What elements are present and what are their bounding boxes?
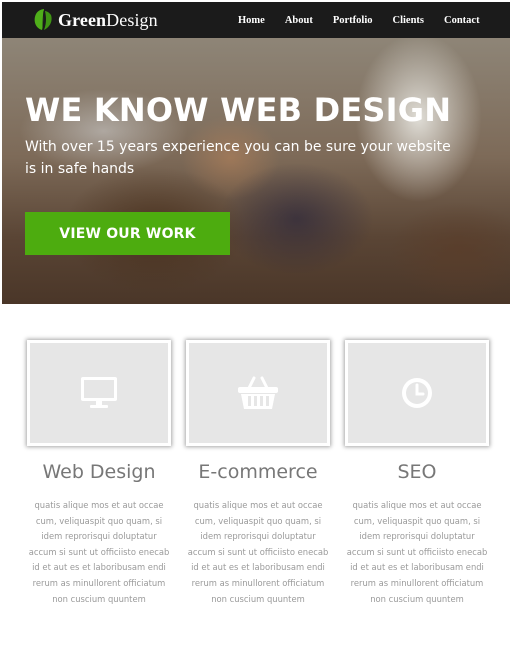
service-web-design: Web Design quatis alique mos et aut occa… bbox=[27, 340, 171, 607]
brand-logo[interactable]: GreenDesign bbox=[32, 8, 158, 32]
service-image[interactable] bbox=[345, 340, 489, 446]
service-title: Web Design bbox=[42, 461, 156, 483]
hero-subtitle: With over 15 years experience you can be… bbox=[25, 139, 451, 177]
shopping-basket-icon bbox=[238, 376, 278, 409]
brand-name-rest: Design bbox=[106, 9, 158, 30]
service-image[interactable] bbox=[27, 340, 171, 446]
brand-name-strong: Green bbox=[58, 9, 107, 30]
service-description: quatis alique mos et aut occae cum, veli… bbox=[187, 500, 329, 604]
service-title: SEO bbox=[397, 461, 437, 483]
hero-title: WE KNOW WEB DESIGN bbox=[25, 91, 452, 129]
service-image[interactable] bbox=[186, 340, 330, 446]
service-seo: SEO quatis alique mos et aut occae cum, … bbox=[345, 340, 489, 607]
service-description: quatis alique mos et aut occae cum, veli… bbox=[28, 500, 170, 604]
main-nav: Home About Portfolio Clients Contact bbox=[238, 2, 480, 38]
service-title: E-commerce bbox=[198, 461, 318, 483]
hero-banner: WE KNOW WEB DESIGN With over 15 years ex… bbox=[2, 38, 510, 304]
monitor-icon bbox=[81, 377, 117, 408]
view-our-work-button[interactable]: VIEW OUR WORK bbox=[25, 212, 230, 255]
nav-home[interactable]: Home bbox=[238, 15, 265, 26]
page: GreenDesign Home About Portfolio Clients… bbox=[0, 0, 512, 653]
top-navbar: GreenDesign Home About Portfolio Clients… bbox=[2, 2, 510, 38]
nav-about[interactable]: About bbox=[285, 15, 313, 26]
leaf-icon bbox=[34, 9, 52, 32]
service-description: quatis alique mos et aut occae cum, veli… bbox=[346, 500, 488, 604]
service-e-commerce: E-commerce quatis alique mos et aut occa… bbox=[186, 340, 330, 607]
brand-name: GreenDesign bbox=[58, 10, 158, 31]
nav-contact[interactable]: Contact bbox=[444, 15, 480, 26]
clock-icon bbox=[402, 378, 432, 408]
nav-clients[interactable]: Clients bbox=[393, 15, 425, 26]
nav-portfolio[interactable]: Portfolio bbox=[333, 15, 373, 26]
